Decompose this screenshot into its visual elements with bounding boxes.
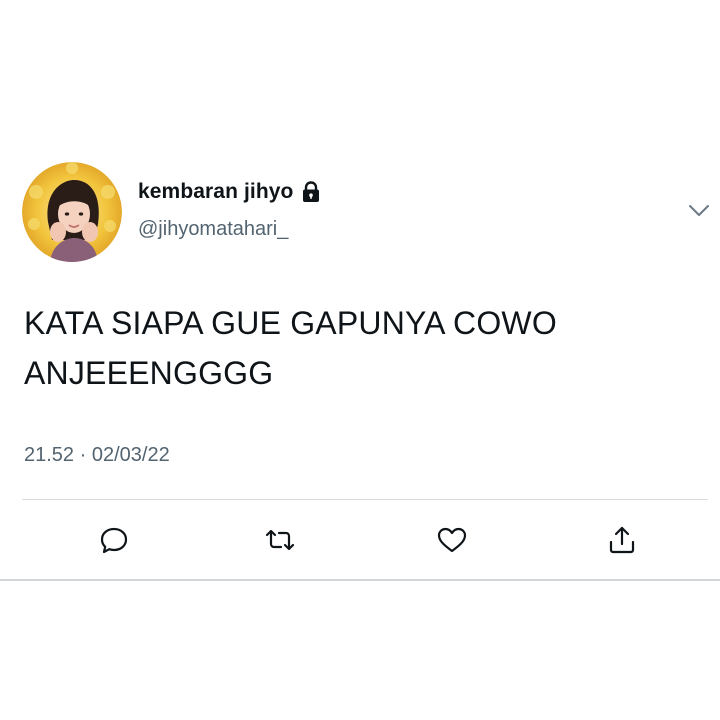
chevron-down-icon[interactable] [688,204,710,218]
tweet-time: 21.52 [24,444,75,466]
display-name[interactable]: kembaran jihyo [138,180,293,204]
retweet-button[interactable] [262,522,298,558]
name-row: kembaran jihyo [138,180,321,204]
like-icon [437,527,467,553]
share-button[interactable] [604,522,640,558]
action-bar [0,522,720,562]
share-icon [609,526,635,554]
tweet-card: kembaran jihyo @jihyomatahari_ KATA SIAP… [0,150,720,584]
screenshot-frame: kembaran jihyo @jihyomatahari_ KATA SIAP… [0,0,720,720]
tweet-date: 02/03/22 [91,444,170,466]
retweet-icon [265,529,295,551]
user-handle[interactable]: @jihyomatahari_ [138,218,288,241]
divider [22,499,708,500]
card-bottom-border [0,579,720,581]
reply-icon [100,527,128,554]
tweet-timestamp[interactable]: 21.52 · 02/03/22 [24,444,170,467]
tweet-text-line: ANJEEENGGGG [24,355,274,391]
avatar[interactable] [22,162,122,262]
meta-separator: · [79,444,87,466]
like-button[interactable] [434,522,470,558]
reply-button[interactable] [96,522,132,558]
lock-icon [301,181,321,203]
tweet-text-line: KATA SIAPA GUE GAPUNYA COWO [24,305,557,341]
tweet-text: KATA SIAPA GUE GAPUNYA COWO ANJEEENGGGG [24,298,704,398]
